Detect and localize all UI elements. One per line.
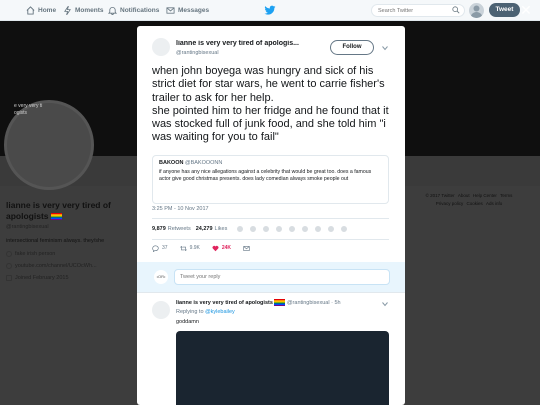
tweet-text-line-1: when john boyega was hungry and sick of …	[152, 65, 385, 104]
profile-location: fake irish person	[6, 251, 55, 257]
profile-avatar-text: e very very ti ogists	[14, 103, 43, 116]
quoted-text: if anyone has any nice allegations again…	[159, 169, 372, 182]
author-name[interactable]: lianne is very very tired of apologis...	[176, 40, 321, 47]
nav-messages[interactable]: Messages	[166, 0, 209, 21]
tweet-stats: 9,879 Retweets 24,279 Likes	[152, 218, 389, 240]
footer-help-center[interactable]: Help Center	[473, 193, 497, 198]
profile-joined: Joined February 2015	[6, 275, 69, 281]
nav-notifications-label: Notifications	[120, 7, 160, 14]
envelope-icon	[243, 245, 250, 251]
home-icon	[26, 6, 35, 15]
likes-count[interactable]: 24,279	[196, 226, 213, 232]
tweet-text: when john boyega was hungry and sick of …	[152, 65, 392, 145]
liker-avatar[interactable]	[301, 225, 310, 233]
account-avatar[interactable]	[469, 3, 484, 18]
retweet-action[interactable]: 9.9K	[179, 245, 200, 252]
retweet-icon	[179, 245, 187, 251]
calendar-icon	[6, 275, 12, 281]
reply-author-handle[interactable]: @rantingbisexual	[287, 300, 330, 306]
reply-count: 37	[162, 245, 168, 251]
direct-message-action[interactable]	[243, 245, 253, 252]
close-icon[interactable]: ✕	[519, 2, 533, 18]
likers-avatars	[236, 225, 353, 233]
footer-privacy[interactable]: Privacy policy	[436, 201, 464, 206]
rainbow-flag-icon	[50, 213, 62, 221]
profile-handle[interactable]: @rantingbisexual	[6, 224, 49, 230]
likes-label[interactable]: Likes	[215, 226, 228, 232]
footer-links: © 2017 Twitter About Help Center Terms P…	[410, 192, 528, 208]
quoted-author-handle: @BAKOOONN	[184, 160, 223, 166]
chevron-down-icon[interactable]	[382, 45, 388, 51]
top-navigation-bar: Home Moments Notifications Messages Twee…	[0, 0, 540, 21]
liker-avatar[interactable]	[288, 225, 297, 233]
location-pin-icon	[6, 251, 12, 257]
replying-to-handle[interactable]: @kylebailey	[205, 309, 235, 315]
author-handle[interactable]: @rantingbisexual	[176, 50, 219, 56]
tweet-modal: lianne is very very tired of apologis...…	[137, 26, 405, 405]
liker-avatar[interactable]	[314, 225, 323, 233]
nav-notifications[interactable]: Notifications	[108, 0, 159, 21]
nav-messages-label: Messages	[178, 7, 210, 14]
profile-bio: intersectional feminism always. they/she	[6, 238, 105, 244]
retweet-count: 9.9K	[189, 245, 200, 251]
quoted-author-name: BAKOON	[159, 160, 184, 166]
reply-input[interactable]	[174, 269, 390, 285]
footer-about[interactable]: About	[458, 193, 470, 198]
rainbow-flag-icon	[274, 299, 286, 306]
bell-icon	[108, 7, 117, 15]
nav-moments-label: Moments	[75, 7, 104, 14]
profile-website[interactable]: youtube.com/channel/UCOcWh...	[6, 263, 97, 269]
replying-to: Replying to @kylebailey	[176, 309, 235, 315]
retweets-count[interactable]: 9,879	[152, 226, 166, 232]
tweet-text-line-2: she pointed him to her fridge and he fou…	[152, 104, 389, 144]
reply-composer: •OR•	[137, 262, 405, 292]
footer-cookies[interactable]: Cookies	[466, 201, 482, 206]
tweet-actions: 37 9.9K 24K	[152, 240, 389, 256]
link-icon	[6, 263, 12, 269]
search-input[interactable]	[371, 4, 465, 17]
liker-avatar[interactable]	[327, 225, 336, 233]
liker-avatar[interactable]	[249, 225, 258, 233]
footer-copyright: © 2017 Twitter	[425, 193, 455, 198]
like-count: 24K	[221, 245, 232, 251]
envelope-icon	[166, 7, 175, 14]
liker-avatar[interactable]	[275, 225, 284, 233]
like-action[interactable]: 24K	[212, 245, 231, 252]
reply-action[interactable]: 37	[152, 244, 168, 252]
footer-terms[interactable]: Terms	[500, 193, 512, 198]
nav-home[interactable]: Home	[26, 0, 56, 21]
search-icon[interactable]	[452, 6, 460, 14]
liker-avatar[interactable]	[236, 225, 245, 233]
quoted-tweet[interactable]: BAKOON @BAKOOONN if anyone has any nice …	[152, 155, 389, 204]
reply-author-name[interactable]: lianne is very very tired of apologists	[176, 300, 273, 306]
chevron-down-icon[interactable]	[382, 301, 388, 307]
reply-icon	[152, 244, 159, 252]
nav-moments[interactable]: Moments	[63, 0, 104, 21]
nav-home-label: Home	[38, 7, 57, 14]
reply-time[interactable]: · 5h	[331, 300, 340, 306]
reply-media-image[interactable]	[176, 331, 389, 405]
reply-text: goddamn	[176, 319, 199, 325]
reply-author-avatar[interactable]	[152, 301, 170, 319]
liker-avatar[interactable]	[262, 225, 271, 233]
author-avatar[interactable]	[152, 38, 170, 56]
follow-button[interactable]: Follow	[330, 40, 374, 55]
heart-icon	[212, 245, 219, 251]
footer-ads-info[interactable]: Ads info	[486, 201, 502, 206]
liker-avatar[interactable]	[340, 225, 349, 233]
tweet-button[interactable]: Tweet	[489, 3, 520, 17]
profile-name[interactable]: lianne is very very tired of apologists	[6, 200, 128, 222]
reply-header: lianne is very very tired of apologists …	[176, 299, 386, 306]
user-avatar-icon	[470, 5, 483, 18]
twitter-bird-icon[interactable]	[264, 5, 276, 16]
reply-tweet[interactable]: lianne is very very tired of apologists …	[137, 292, 405, 405]
retweets-label[interactable]: Retweets	[168, 226, 191, 232]
composer-avatar: •OR•	[154, 270, 168, 284]
lightning-icon	[64, 6, 71, 15]
tweet-timestamp[interactable]: 3:25 PM - 10 Nov 2017	[152, 206, 209, 212]
